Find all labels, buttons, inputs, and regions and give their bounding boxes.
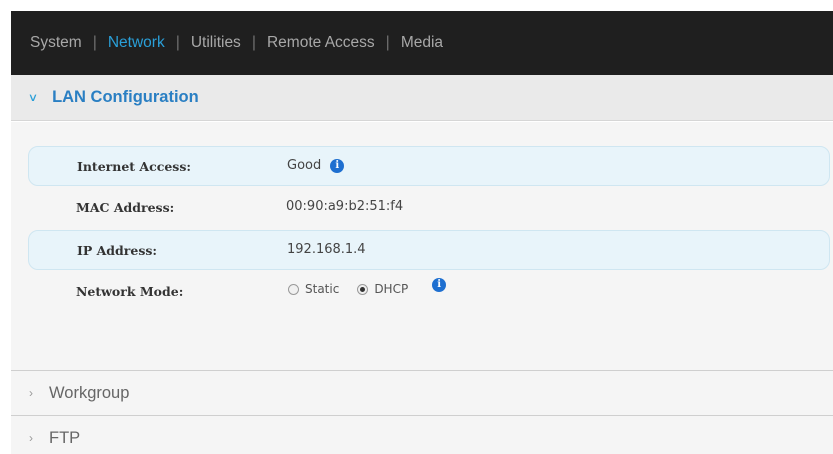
workgroup-header[interactable]: › Workgroup — [11, 371, 833, 415]
radio-option-static[interactable]: Static — [288, 282, 339, 296]
nav-separator: | — [251, 34, 256, 51]
mac-address-label: MAC Address: — [76, 200, 175, 215]
lan-configuration-panel: Internet Access: Good i MAC Address: 00:… — [11, 122, 833, 370]
lan-configuration-title: LAN Configuration — [52, 88, 199, 106]
info-icon[interactable]: i — [330, 158, 345, 173]
workgroup-title: Workgroup — [49, 383, 130, 402]
radio-option-dhcp[interactable]: DHCP — [357, 282, 408, 296]
nav-separator: | — [175, 34, 180, 51]
internet-access-label: Internet Access: — [77, 159, 191, 174]
ftp-header[interactable]: › FTP — [11, 416, 833, 454]
ip-address-label: IP Address: — [77, 243, 158, 258]
internet-access-value: Good — [287, 158, 322, 173]
nav-utilities[interactable]: Utilities — [191, 34, 241, 52]
lan-configuration-header[interactable]: ∨ LAN Configuration — [11, 75, 833, 121]
dhcp-radio[interactable] — [357, 283, 369, 295]
nav-system[interactable]: System — [30, 34, 82, 52]
chevron-right-icon: › — [29, 431, 33, 445]
network-mode-label: Network Mode: — [76, 284, 184, 299]
ftp-title: FTP — [49, 428, 81, 447]
chevron-right-icon: › — [29, 386, 33, 400]
nav-separator: | — [385, 34, 390, 51]
ip-address-row: IP Address: 192.168.1.4 — [28, 230, 830, 270]
network-mode-options: Static DHCP i — [288, 278, 447, 296]
mac-address-row: MAC Address: 00:90:a9:b2:51:f4 — [28, 188, 830, 228]
info-icon[interactable]: i — [432, 278, 447, 292]
nav-network[interactable]: Network — [108, 34, 165, 52]
settings-window: System | Network | Utilities | Remote Ac… — [11, 11, 833, 454]
internet-access-value-group: Good i — [287, 158, 345, 173]
nav-separator: | — [92, 34, 97, 51]
static-radio[interactable] — [288, 283, 299, 295]
nav-media[interactable]: Media — [401, 34, 443, 52]
static-radio-label: Static — [305, 282, 340, 296]
ip-address-value: 192.168.1.4 — [287, 242, 366, 257]
chevron-down-icon: ∨ — [27, 92, 39, 104]
mac-address-value: 00:90:a9:b2:51:f4 — [286, 199, 404, 214]
internet-access-row: Internet Access: Good i — [28, 146, 830, 186]
top-navigation: System | Network | Utilities | Remote Ac… — [11, 11, 833, 75]
dhcp-radio-label: DHCP — [374, 282, 409, 296]
network-mode-row: Network Mode: Static DHCP i — [28, 272, 830, 312]
nav-remote-access[interactable]: Remote Access — [267, 34, 375, 52]
